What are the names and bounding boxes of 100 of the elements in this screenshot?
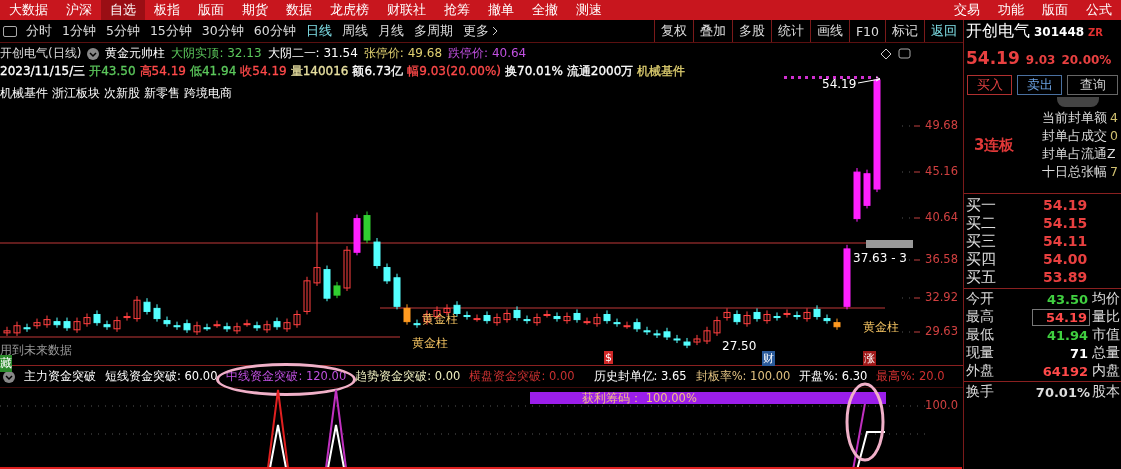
sector-tag: 跨境电商 — [184, 85, 232, 102]
bid-price: 54.15 — [1043, 215, 1088, 231]
sell-button[interactable]: 卖出 — [1017, 75, 1063, 95]
stat-label: 均价 — [1092, 290, 1120, 308]
menu-item[interactable]: 全撤 — [523, 0, 567, 20]
bid-label: 买三 — [965, 231, 997, 251]
stat-label: 内盘 — [1092, 362, 1120, 380]
toolbar-button[interactable]: 返回 — [924, 20, 963, 42]
period-tab[interactable]: 5分钟 — [100, 22, 145, 40]
stock-name: 开创电气 — [966, 21, 1030, 42]
panel-toggle-icon[interactable] — [3, 25, 17, 37]
toolbar-button[interactable]: 画线 — [809, 20, 849, 42]
stat-value: 70.01% — [1034, 384, 1090, 400]
dropdown-icon[interactable] — [87, 47, 100, 60]
menu-item[interactable]: 抢筹 — [435, 0, 479, 20]
bid-label: 买一 — [965, 195, 997, 215]
stat-label: 外盘 — [965, 362, 995, 380]
event-marker: 财 — [762, 351, 775, 366]
axis-tick — [913, 331, 921, 333]
bid-price: 54.19 — [1043, 197, 1088, 213]
period-tab[interactable]: 1分钟 — [57, 22, 101, 40]
seal-value: 0 — [1110, 127, 1118, 145]
stock-code: 301448 — [1034, 25, 1085, 39]
menu-item[interactable]: 版面 — [189, 0, 233, 20]
price-change: 9.03 — [1025, 53, 1056, 67]
menu-item[interactable]: 撤单 — [479, 0, 523, 20]
stat-value: 41.94 — [1045, 327, 1089, 343]
period-tab[interactable]: 更多 — [457, 22, 503, 40]
quote-field: 机械基件 — [637, 63, 686, 80]
diamond-icon[interactable] — [880, 48, 892, 60]
stat-label: 最高 — [965, 308, 995, 326]
period-tab[interactable]: 分时 — [21, 22, 57, 40]
period-tab[interactable]: 日线 — [300, 22, 337, 40]
axis-label: 36.58 — [925, 252, 958, 266]
board-code-label: ZR — [1088, 27, 1104, 38]
sector-tag: 机械基件 — [0, 85, 48, 102]
menu-item[interactable]: 板指 — [145, 0, 189, 20]
indicator-value: 跌停价: 40.64 — [448, 45, 527, 62]
quote-field: 收54.19 — [240, 63, 287, 80]
toolbar-button[interactable]: 叠加 — [692, 20, 732, 42]
sector-tag: 次新股 — [104, 85, 140, 102]
indicator-value: 封板率%: 100.00 — [695, 369, 791, 384]
axis-tick — [913, 259, 921, 261]
menu-item[interactable]: 自选 — [101, 0, 145, 20]
stat-label: 总量 — [1092, 344, 1120, 362]
menu-item[interactable]: 交易 — [945, 0, 989, 20]
price-label: 27.50 — [722, 339, 757, 353]
chart-title: 开创电气(日线) — [0, 45, 82, 62]
toolbar-button[interactable]: 复权 — [653, 20, 693, 42]
seal-label: 十日总张幅 — [1042, 163, 1107, 181]
chart-note: 用到未来数据 — [0, 342, 72, 357]
query-button[interactable]: 查询 — [1067, 75, 1118, 95]
period-tab[interactable]: 15分钟 — [144, 22, 197, 40]
sector-tag: 新零售 — [144, 85, 180, 102]
buy-button[interactable]: 买入 — [967, 75, 1013, 95]
price-label: 54.19 — [822, 77, 857, 91]
toolbar-button[interactable]: 统计 — [770, 20, 810, 42]
stat-label: 现量 — [965, 344, 995, 362]
menu-item[interactable]: 大数据 — [0, 0, 57, 20]
quote-field: 量140016 — [290, 63, 349, 80]
toolbar-button[interactable]: 多股 — [731, 20, 771, 42]
bid-label: 买四 — [965, 249, 997, 269]
stat-value: 54.19 — [1032, 308, 1090, 326]
dropdown-icon[interactable] — [3, 370, 15, 383]
bid-price: 54.11 — [1043, 233, 1088, 249]
current-price: 54.19 — [966, 48, 1020, 68]
indicator-value: 趋势资金突破: 0.00 — [355, 369, 461, 384]
stat-label: 市值 — [1092, 326, 1120, 344]
menu-item[interactable]: 版面 — [1033, 0, 1077, 20]
pattern-label: 黄金柱 — [863, 319, 899, 336]
panel-toggle-icon[interactable] — [898, 48, 911, 59]
menu-item[interactable]: 沪深 — [57, 0, 101, 20]
menu-item[interactable]: 期货 — [233, 0, 277, 20]
seal-label: 封单占成交 — [1042, 127, 1107, 145]
menu-item[interactable]: 功能 — [989, 0, 1033, 20]
indicator-value: 张停价: 49.68 — [363, 45, 443, 62]
menu-item[interactable]: 公式 — [1077, 0, 1121, 20]
menu-item[interactable]: 测速 — [567, 0, 611, 20]
period-tab[interactable]: 60分钟 — [248, 22, 301, 40]
stat-value: 43.50 — [1045, 291, 1089, 307]
period-tab[interactable]: 周线 — [336, 22, 373, 40]
stat-label: 最低 — [965, 326, 995, 344]
toolbar-button[interactable]: 标记 — [885, 20, 924, 42]
bid-label: 买五 — [965, 267, 997, 287]
period-tab[interactable]: 多周期 — [408, 22, 458, 40]
sector-tag: 浙江板块 — [52, 85, 100, 102]
event-marker: $ — [604, 351, 613, 364]
menu-item[interactable]: 龙虎榜 — [321, 0, 378, 20]
stat-label: 换手 — [965, 383, 995, 401]
menu-item[interactable]: 财联社 — [378, 0, 435, 20]
period-tab[interactable]: 月线 — [372, 22, 409, 40]
quote-field: 开43.50 — [89, 63, 136, 80]
stat-label: 量比 — [1092, 308, 1120, 326]
pattern-label: 黄金柱 — [412, 335, 448, 352]
axis-label: 45.16 — [925, 164, 958, 178]
axis-label: 29.63 — [925, 324, 958, 338]
axis-label: 49.68 — [925, 118, 958, 132]
period-tab[interactable]: 30分钟 — [196, 22, 249, 40]
menu-item[interactable]: 数据 — [277, 0, 321, 20]
toolbar-button[interactable]: F10 — [848, 20, 885, 42]
